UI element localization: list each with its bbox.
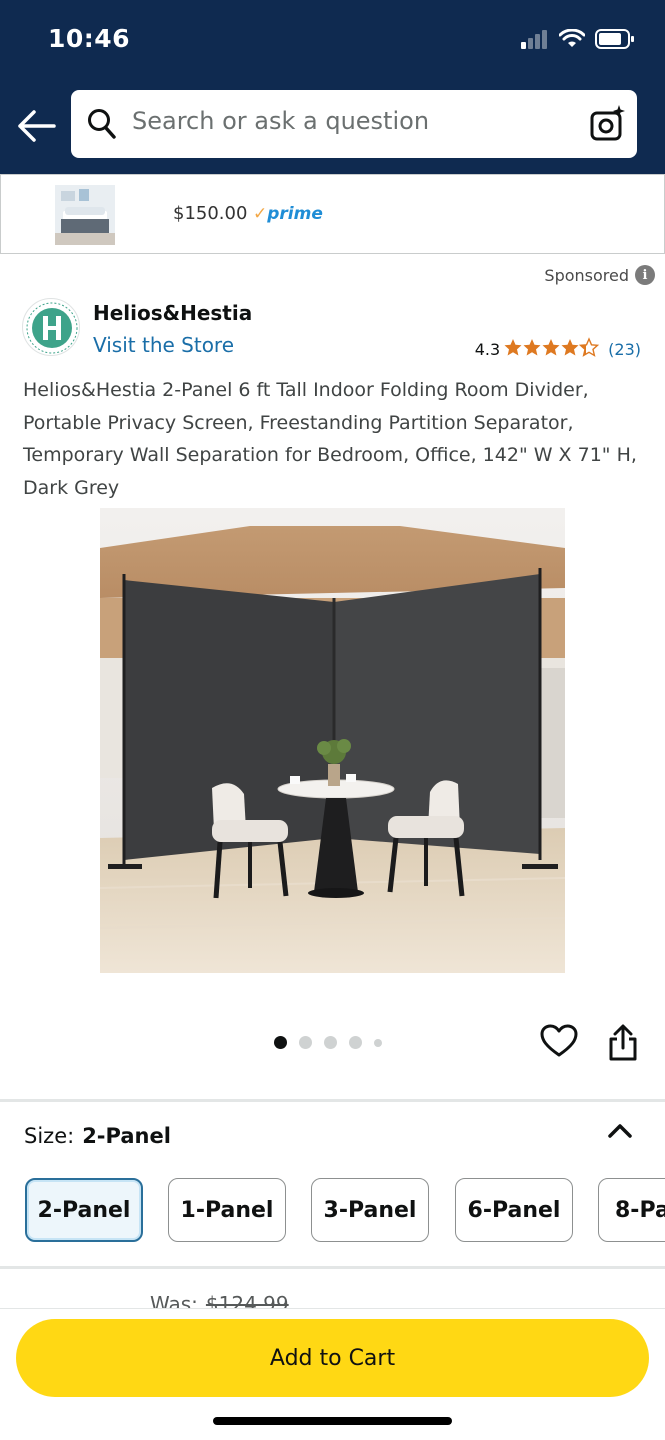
wifi-icon [558, 28, 586, 53]
size-options: 2-Panel 1-Panel 3-Panel 6-Panel 8-Pa [25, 1178, 665, 1242]
search-placeholder: Search or ask a question [132, 107, 430, 135]
product-thumbnail[interactable] [55, 185, 115, 245]
battery-icon [595, 28, 635, 54]
heart-icon[interactable] [540, 1024, 578, 1062]
rating-value: 4.3 [474, 339, 501, 359]
search-input[interactable]: Search or ask a question [71, 90, 637, 158]
prime-check-icon: ✓ [253, 204, 268, 224]
home-indicator[interactable] [213, 1417, 452, 1425]
sticky-product-bar[interactable]: $150.00 ✓prime [0, 174, 665, 254]
rating-count[interactable]: (23) [608, 340, 641, 359]
size-label: Size: 2-Panel [24, 1124, 171, 1148]
camera-search-icon[interactable] [589, 103, 627, 147]
brand-logo[interactable] [22, 298, 80, 356]
status-time: 10:46 [48, 24, 131, 53]
product-title: Helios&Hestia 2-Panel 6 ft Tall Indoor F… [23, 379, 637, 499]
back-arrow-icon[interactable] [14, 104, 58, 148]
cellular-signal-icon [521, 29, 549, 53]
status-icons [521, 28, 635, 54]
carousel-dot[interactable] [274, 1036, 287, 1049]
prime-badge: ✓prime [253, 204, 323, 224]
share-icon[interactable] [606, 1024, 640, 1066]
app-header: 10:46 Search or ask a question [0, 0, 665, 174]
size-option-6-panel[interactable]: 6-Panel [455, 1178, 573, 1242]
visit-store-link[interactable]: Visit the Store [93, 333, 234, 357]
brand-name: Helios&Hestia [93, 301, 253, 325]
info-icon[interactable]: i [635, 265, 655, 285]
size-option-8-panel[interactable]: 8-Pa [598, 1178, 665, 1242]
carousel-dot[interactable] [374, 1038, 382, 1047]
size-option-3-panel[interactable]: 3-Panel [311, 1178, 429, 1242]
search-icon [87, 108, 117, 144]
size-option-2-panel[interactable]: 2-Panel [25, 1178, 143, 1242]
carousel-dot[interactable] [349, 1036, 362, 1049]
carousel-dot[interactable] [324, 1036, 337, 1049]
rating-stars-icon [504, 337, 600, 361]
carousel-dot[interactable] [299, 1036, 312, 1049]
mini-product-price: $150.00 [173, 203, 248, 224]
rating-summary[interactable]: 4.3 (23) [475, 337, 641, 361]
product-image[interactable] [100, 508, 565, 973]
section-divider [0, 1099, 665, 1102]
chevron-up-icon[interactable] [606, 1120, 634, 1144]
image-carousel-dots[interactable] [274, 1036, 382, 1049]
section-divider [0, 1266, 665, 1269]
size-option-1-panel[interactable]: 1-Panel [168, 1178, 286, 1242]
add-to-cart-button[interactable]: Add to Cart [16, 1319, 649, 1397]
size-selected-value: 2-Panel [82, 1124, 171, 1148]
sponsored-label[interactable]: Sponsored i [544, 265, 655, 285]
